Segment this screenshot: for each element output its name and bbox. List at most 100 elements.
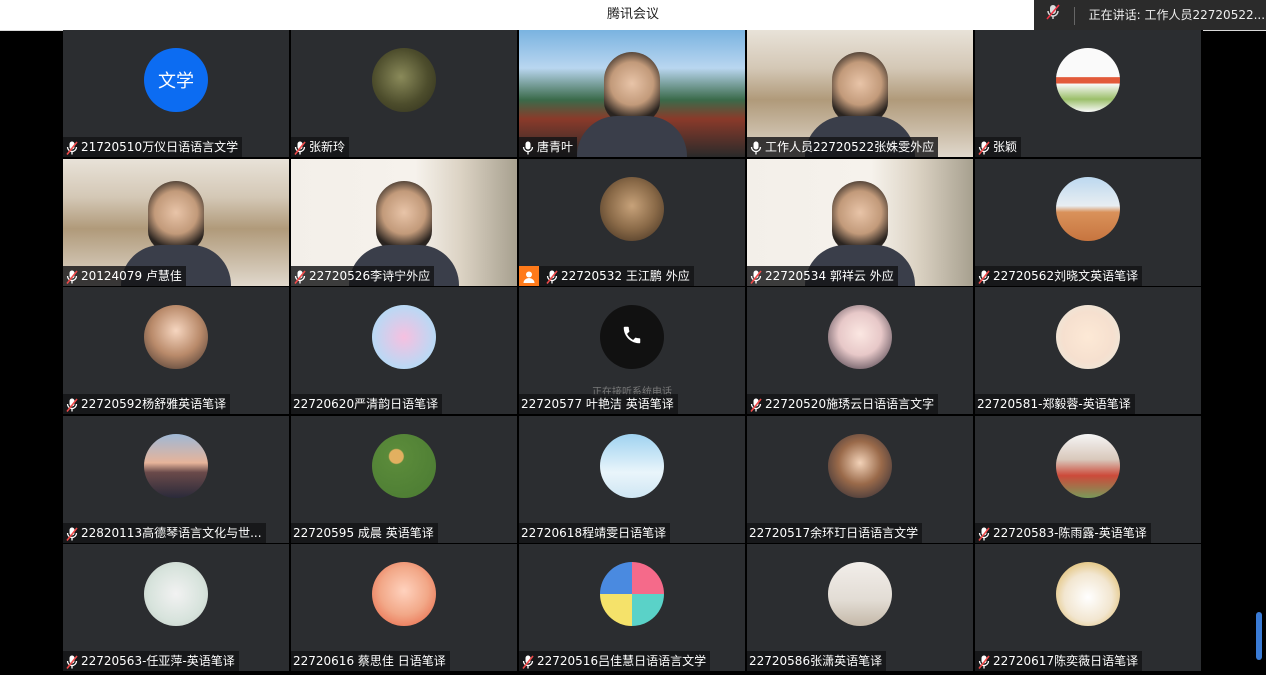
mic-muted-icon [975, 523, 993, 543]
participant-namebar: 张新玲 [291, 137, 350, 157]
participant-namebar: 22720595 成晨 英语笔译 [291, 523, 438, 543]
participant-name: 22720534 郭祥云 外应 [765, 269, 894, 283]
participant-name: 22720532 王江鹏 外应 [561, 269, 690, 283]
participant-namebar: 工作人员22720522张姝雯外应 [747, 137, 939, 157]
participant-tile[interactable]: 22720583-陈雨露-英语笔译 [975, 416, 1201, 543]
mic-muted-icon [975, 137, 993, 157]
participant-namebar: 22720516吕佳慧日语语言文学 [519, 651, 711, 671]
participant-name: 21720510万仪日语语言文学 [81, 140, 239, 154]
video-person [832, 181, 888, 251]
mic-muted-icon [747, 266, 765, 286]
participant-tile[interactable]: 22720616 蔡思佳 日语笔译 [291, 544, 517, 671]
participant-namebar: 22720620严清韵日语笔译 [291, 394, 443, 414]
participant-name: 唐青叶 [537, 140, 574, 154]
participant-name: 22720592杨舒雅英语笔译 [81, 397, 227, 411]
phone-avatar [600, 305, 664, 369]
participant-name: 22720583-陈雨露-英语笔译 [993, 526, 1147, 540]
participant-namebar: 22720520施琇云日语语言文字 [747, 394, 939, 414]
participant-tile[interactable]: 22720534 郭祥云 外应 [747, 159, 973, 286]
participant-namebar: 22720517余环玎日语语言文学 [747, 523, 923, 543]
participant-name: 22720617陈奕薇日语笔译 [993, 654, 1139, 668]
participant-tile[interactable]: 22720516吕佳慧日语语言文学 [519, 544, 745, 671]
participant-name: 22720517余环玎日语语言文学 [749, 526, 919, 540]
mic-muted-icon [63, 651, 81, 671]
participant-name: 22720516吕佳慧日语语言文学 [537, 654, 707, 668]
participant-name: 22720620严清韵日语笔译 [293, 397, 439, 411]
participant-namebar: 22720617陈奕薇日语笔译 [975, 651, 1143, 671]
avatar [372, 434, 436, 498]
participant-tile[interactable]: 22720562刘晓文英语笔译 [975, 159, 1201, 286]
avatar [1056, 177, 1120, 241]
participant-namebar: 22720592杨舒雅英语笔译 [63, 394, 231, 414]
participant-namebar: 22720532 王江鹏 外应 [519, 266, 694, 286]
participant-name: 22720563-任亚萍-英语笔译 [81, 654, 235, 668]
mic-muted-icon [747, 394, 765, 414]
participant-name: 张新玲 [309, 140, 346, 154]
avatar [1056, 48, 1120, 112]
participant-tile[interactable]: 22720526李诗宁外应 [291, 159, 517, 286]
participant-tile[interactable]: 22720617陈奕薇日语笔译 [975, 544, 1201, 671]
participant-namebar: 22720534 郭祥云 外应 [747, 266, 898, 286]
participant-namebar: 22720616 蔡思佳 日语笔译 [291, 651, 450, 671]
mic-muted-icon [291, 137, 309, 157]
participant-namebar: 22720586张潇英语笔译 [747, 651, 887, 671]
speaking-indicator: 正在讲话: 工作人员22720522... [1034, 0, 1266, 30]
avatar [1056, 305, 1120, 369]
video-person [148, 181, 204, 251]
participant-name: 22720595 成晨 英语笔译 [293, 526, 434, 540]
participant-tile[interactable]: 20124079 卢慧佳 [63, 159, 289, 286]
participant-namebar: 22720583-陈雨露-英语笔译 [975, 523, 1151, 543]
participant-tile[interactable]: 22720595 成晨 英语笔译 [291, 416, 517, 543]
avatar [828, 305, 892, 369]
participant-tile[interactable]: 22720586张潇英语笔译 [747, 544, 973, 671]
scrollbar-thumb[interactable] [1256, 612, 1262, 660]
participant-namebar: 22720618程靖雯日语笔译 [519, 523, 671, 543]
avatar [144, 434, 208, 498]
participant-namebar: 22820113高德琴语言文化与世... [63, 523, 266, 543]
participant-tile[interactable]: 22720532 王江鹏 外应 [519, 159, 745, 286]
avatar [144, 562, 208, 626]
avatar [1056, 562, 1120, 626]
participant-name: 工作人员22720522张姝雯外应 [765, 140, 935, 154]
participant-tile[interactable]: 张新玲 [291, 30, 517, 157]
avatar [372, 48, 436, 112]
participant-name: 20124079 卢慧佳 [81, 269, 182, 283]
participant-tile[interactable]: 22720563-任亚萍-英语笔译 [63, 544, 289, 671]
mic-muted-icon [543, 266, 561, 286]
video-body [577, 116, 687, 157]
mic-muted-icon [291, 266, 309, 286]
video-person [604, 52, 660, 122]
avatar [600, 177, 664, 241]
participant-namebar: 22720581-郑毅蓉-英语笔译 [975, 394, 1135, 414]
participant-tile[interactable]: 张颖 [975, 30, 1201, 157]
mic-muted-icon [63, 394, 81, 414]
participant-tile[interactable]: 22720592杨舒雅英语笔译 [63, 287, 289, 414]
participant-namebar: 20124079 卢慧佳 [63, 266, 186, 286]
participant-namebar: 张颖 [975, 137, 1022, 157]
person-icon [519, 266, 539, 286]
participant-tile[interactable]: 唐青叶 [519, 30, 745, 157]
participant-name: 22720586张潇英语笔译 [749, 654, 883, 668]
video-person [376, 181, 432, 251]
mic-muted-icon [975, 266, 993, 286]
participant-name: 22820113高德琴语言文化与世... [81, 526, 262, 540]
participant-tile[interactable]: 22820113高德琴语言文化与世... [63, 416, 289, 543]
participant-tile[interactable]: 工作人员22720522张姝雯外应 [747, 30, 973, 157]
mic-muted-icon [519, 651, 537, 671]
participant-tile[interactable]: 正在接听系统电话 22720577 叶艳洁 英语笔译 [519, 287, 745, 414]
participant-tile[interactable]: 22720620严清韵日语笔译 [291, 287, 517, 414]
participant-tile[interactable]: 22720581-郑毅蓉-英语笔译 [975, 287, 1201, 414]
participant-name: 22720581-郑毅蓉-英语笔译 [977, 397, 1131, 411]
participant-tile[interactable]: 文学 21720510万仪日语语言文学 [63, 30, 289, 157]
participant-tile[interactable]: 22720517余环玎日语语言文学 [747, 416, 973, 543]
participant-name: 22720618程靖雯日语笔译 [521, 526, 667, 540]
avatar [144, 305, 208, 369]
avatar [600, 434, 664, 498]
participant-name: 22720526李诗宁外应 [309, 269, 431, 283]
participant-tile[interactable]: 22720520施琇云日语语言文字 [747, 287, 973, 414]
participant-namebar: 22720577 叶艳洁 英语笔译 [519, 394, 678, 414]
avatar [828, 434, 892, 498]
participant-namebar: 22720563-任亚萍-英语笔译 [63, 651, 239, 671]
participant-tile[interactable]: 22720618程靖雯日语笔译 [519, 416, 745, 543]
participant-name: 22720520施琇云日语语言文字 [765, 397, 935, 411]
